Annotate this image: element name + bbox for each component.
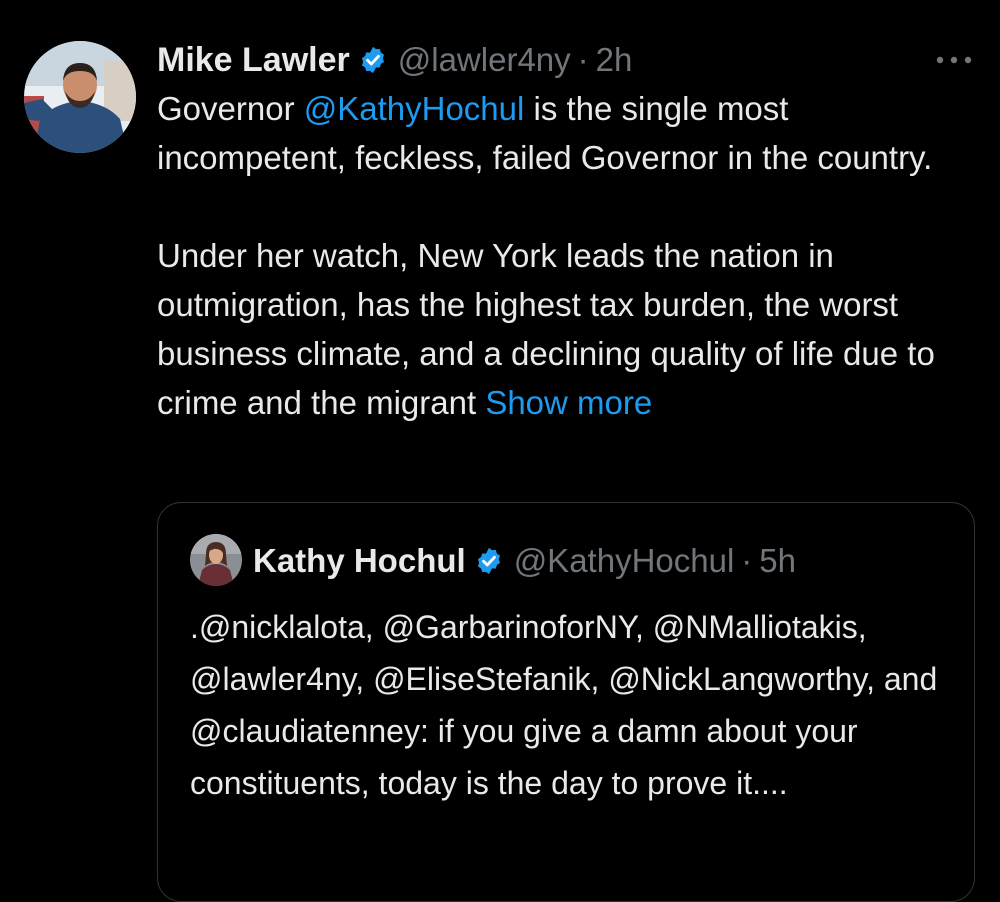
- quoted-author-name[interactable]: Kathy Hochul: [253, 542, 466, 580]
- tweet-timestamp[interactable]: 2h: [596, 41, 633, 79]
- mention-link[interactable]: @KathyHochul: [304, 90, 525, 127]
- tweet-paragraph-1: Governor @KathyHochul is the single most…: [157, 84, 977, 182]
- tweet[interactable]: Mike Lawler @lawler4ny · 2h Governor @Ka…: [0, 0, 1000, 902]
- author-avatar[interactable]: [24, 41, 136, 153]
- more-horizontal-icon[interactable]: [932, 50, 976, 70]
- quoted-tweet-header: Kathy Hochul @KathyHochul · 5h: [253, 539, 796, 583]
- separator-dot: ·: [577, 41, 589, 78]
- separator-dot: ·: [741, 542, 753, 579]
- tweet-text: Governor @KathyHochul is the single most…: [157, 84, 977, 427]
- tweet-header: Mike Lawler @lawler4ny · 2h: [157, 38, 632, 82]
- quoted-tweet-timestamp: 5h: [759, 542, 797, 579]
- verified-badge-icon: [477, 547, 500, 575]
- quoted-tweet[interactable]: Kathy Hochul @KathyHochul · 5h .@nicklal…: [157, 502, 975, 902]
- quoted-author-handle: @KathyHochul: [513, 542, 735, 579]
- author-handle[interactable]: @lawler4ny: [398, 41, 571, 79]
- show-more-link[interactable]: Show more: [485, 384, 652, 421]
- tweet-paragraph-2: Under her watch, New York leads the nati…: [157, 231, 977, 427]
- quoted-author-avatar[interactable]: [190, 534, 242, 586]
- author-name[interactable]: Mike Lawler: [157, 41, 350, 80]
- quoted-tweet-text: .@nicklalota, @GarbarinoforNY, @NMalliot…: [190, 609, 938, 801]
- verified-badge-icon[interactable]: [358, 45, 388, 75]
- text-part: Governor: [157, 90, 304, 127]
